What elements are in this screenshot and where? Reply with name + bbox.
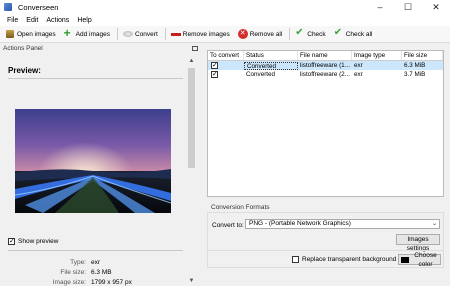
divider bbox=[208, 250, 443, 251]
convert-label: Convert bbox=[135, 30, 158, 38]
info-imagesize-key: Image size: bbox=[52, 279, 86, 286]
remove-images-label: Remove images bbox=[182, 30, 230, 38]
actions-panel-content: Preview: ✓ Show preview Type: exr File s… bbox=[0, 56, 186, 286]
scroll-down-icon[interactable]: ▼ bbox=[186, 276, 197, 286]
app-icon bbox=[3, 2, 13, 12]
toolbar-separator bbox=[117, 28, 118, 40]
add-images-button[interactable]: Add images bbox=[61, 26, 113, 41]
color-swatch bbox=[401, 256, 409, 263]
toolbar-separator bbox=[289, 28, 291, 40]
check-button[interactable]: Check bbox=[292, 27, 328, 41]
scroll-thumb[interactable] bbox=[188, 68, 195, 168]
col-file-name[interactable]: File name bbox=[298, 51, 352, 60]
convert-to-label: Convert to: bbox=[212, 222, 244, 229]
choose-color-label: Choose color bbox=[414, 251, 437, 268]
minimize-button[interactable]: – bbox=[366, 0, 394, 14]
col-status[interactable]: Status bbox=[244, 51, 298, 60]
check-icon bbox=[295, 27, 305, 39]
check-label: Check bbox=[307, 30, 326, 38]
file-table: To convert Status File name Image type F… bbox=[207, 50, 444, 197]
menu-help[interactable]: Help bbox=[73, 17, 95, 24]
remove-all-icon bbox=[237, 29, 248, 39]
check-all-button[interactable]: Check all bbox=[331, 27, 376, 41]
info-type-key: Type: bbox=[70, 259, 86, 266]
open-folder-icon bbox=[5, 29, 15, 39]
row-checkbox-cell[interactable] bbox=[208, 62, 244, 69]
menu-file[interactable]: File bbox=[3, 17, 22, 24]
actions-panel-scrollbar[interactable]: ▲ ▼ bbox=[186, 56, 197, 286]
preview-photo bbox=[15, 109, 171, 213]
remove-images-button[interactable]: Remove images bbox=[168, 27, 233, 41]
close-button[interactable]: ✕ bbox=[422, 0, 450, 14]
preview-title: Preview: bbox=[8, 66, 41, 75]
choose-color-button[interactable]: Choose color bbox=[398, 252, 441, 268]
toolbar-separator bbox=[164, 28, 166, 40]
menu-bar: File Edit Actions Help bbox=[0, 14, 450, 26]
row-file-size: 3.7 MiB bbox=[404, 71, 426, 78]
float-panel-icon[interactable] bbox=[192, 46, 198, 51]
row-status: Converted bbox=[246, 71, 276, 78]
open-images-label: Open images bbox=[17, 30, 56, 38]
show-preview-checkbox[interactable]: Show preview bbox=[8, 237, 59, 246]
format-select-value: PNG - (Portable Network Graphics) bbox=[249, 220, 351, 227]
row-image-type: exr bbox=[354, 62, 363, 69]
show-preview-label: Show preview bbox=[18, 238, 59, 245]
actions-panel-header: Actions Panel bbox=[0, 44, 201, 53]
info-imagesize-value: 1799 x 957 px bbox=[91, 279, 132, 286]
preview-image bbox=[15, 109, 171, 213]
row-file-size: 6.3 MiB bbox=[404, 62, 426, 69]
divider bbox=[8, 250, 183, 251]
add-icon bbox=[64, 26, 74, 40]
actions-panel-title: Actions Panel bbox=[3, 45, 43, 52]
info-filesize-key: File size: bbox=[60, 269, 86, 276]
menu-edit[interactable]: Edit bbox=[22, 17, 42, 24]
conversion-formats-box: Convert to: PNG - (Portable Network Grap… bbox=[207, 212, 444, 268]
open-images-button[interactable]: Open images bbox=[2, 27, 59, 41]
replace-background-label: Replace transparent background bbox=[302, 256, 397, 263]
table-row[interactable]: Converted listoffreeware (1... exr 6.3 M… bbox=[208, 61, 443, 70]
format-select[interactable]: PNG - (Portable Network Graphics) ⌄ bbox=[245, 219, 440, 229]
check-all-label: Check all bbox=[345, 30, 373, 38]
remove-all-button[interactable]: Remove all bbox=[235, 27, 286, 41]
replace-background-check[interactable] bbox=[292, 256, 299, 263]
remove-icon bbox=[170, 29, 181, 39]
actions-panel: Actions Panel Preview: ✓ Show preview Ty… bbox=[0, 44, 201, 286]
col-to-convert[interactable]: To convert bbox=[208, 51, 244, 60]
show-preview-check[interactable] bbox=[8, 237, 15, 246]
row-checkbox[interactable] bbox=[211, 71, 218, 78]
chevron-down-icon: ⌄ bbox=[431, 221, 437, 227]
row-checkbox-cell[interactable] bbox=[208, 71, 244, 78]
menu-actions[interactable]: Actions bbox=[42, 17, 73, 24]
scroll-up-icon[interactable]: ▲ bbox=[186, 56, 197, 66]
table-row[interactable]: Converted listoffreeware (2... exr 3.7 M… bbox=[208, 70, 443, 79]
divider bbox=[8, 78, 183, 79]
info-type-value: exr bbox=[91, 259, 101, 266]
col-file-size[interactable]: File size bbox=[402, 51, 443, 60]
check-all-icon bbox=[334, 27, 344, 39]
toolbar: Open images Add images Convert Remove im… bbox=[0, 26, 450, 43]
convert-icon bbox=[123, 29, 133, 39]
table-header: To convert Status File name Image type F… bbox=[208, 51, 443, 61]
maximize-button[interactable]: ☐ bbox=[394, 0, 422, 14]
row-status: Converted bbox=[244, 61, 298, 70]
image-settings-button[interactable]: Images settings bbox=[396, 234, 440, 252]
remove-all-label: Remove all bbox=[249, 30, 283, 38]
add-images-label: Add images bbox=[75, 30, 110, 38]
window-title: Converseen bbox=[18, 2, 59, 12]
window-controls: – ☐ ✕ bbox=[366, 0, 450, 14]
convert-button[interactable]: Convert bbox=[120, 27, 161, 41]
col-image-type[interactable]: Image type bbox=[352, 51, 402, 60]
row-image-type: exr bbox=[354, 71, 363, 78]
replace-background-checkbox[interactable]: Replace transparent background bbox=[292, 256, 396, 263]
info-filesize-value: 6.3 MB bbox=[91, 269, 112, 276]
row-file-name: listoffreeware (2... bbox=[300, 71, 350, 78]
conversion-formats-title: Conversion Formats bbox=[211, 204, 270, 211]
row-file-name: listoffreeware (1... bbox=[300, 62, 350, 69]
conversion-formats-panel: Conversion Formats Convert to: PNG - (Po… bbox=[207, 200, 444, 270]
title-bar: Converseen – ☐ ✕ bbox=[0, 0, 450, 14]
row-checkbox[interactable] bbox=[211, 62, 218, 69]
